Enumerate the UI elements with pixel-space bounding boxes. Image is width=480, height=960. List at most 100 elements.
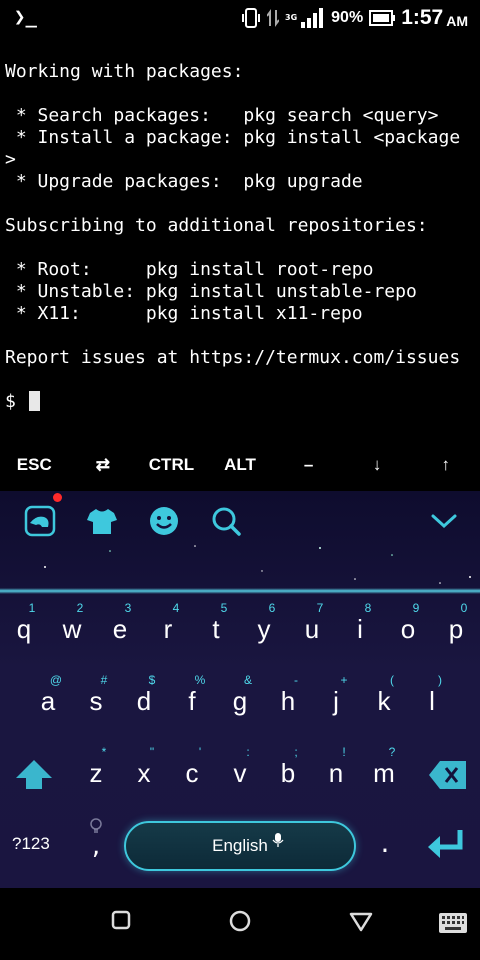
key-hint: + [340, 673, 348, 687]
search-icon[interactable] [208, 503, 244, 539]
back-triangle-icon[interactable] [349, 912, 373, 932]
key-letter: x [137, 758, 151, 788]
terminal-line: * Root: pkg install root-repo [5, 259, 374, 280]
horizon-glow [0, 588, 480, 594]
key-d[interactable]: $ d [120, 674, 168, 722]
symbols-key[interactable]: ?123 [12, 834, 62, 854]
terminal-line: Report issues at https://termux.com/issu… [5, 347, 461, 368]
key-m[interactable]: ? m [360, 746, 408, 794]
terminal-line: $ [5, 391, 480, 413]
keyboard-switch-icon[interactable] [438, 912, 468, 934]
period-key[interactable]: . [374, 821, 396, 871]
key-n[interactable]: ! n [312, 746, 360, 794]
space-key[interactable]: English [124, 821, 356, 871]
key-letter: v [233, 758, 247, 788]
key-x[interactable]: " x [120, 746, 168, 794]
key-row-2: @ a # s $ d% f & g - h + j(k) l [0, 674, 480, 722]
down-arrow-key[interactable]: ↓ [343, 438, 412, 491]
key-v[interactable]: :v [216, 746, 264, 794]
key-w[interactable]: 2w [48, 602, 96, 650]
key-t[interactable]: 5t [192, 602, 240, 650]
key-letter: f [188, 686, 196, 716]
key-letter: m [373, 758, 395, 788]
key-a[interactable]: @ a [24, 674, 72, 722]
dash-key[interactable]: – [274, 438, 343, 491]
shift-key[interactable] [12, 757, 56, 793]
comma-key[interactable]: , [82, 817, 110, 867]
key-o[interactable]: 9o [384, 602, 432, 650]
key-letter: b [280, 758, 296, 788]
soft-keyboard: 1q2w3e4r5t6y7u8i9o0p @ a # s $ d% f & g - h + j(k) l … [0, 491, 480, 888]
home-circle-icon[interactable] [229, 910, 251, 932]
key-letter: y [257, 614, 271, 644]
ctrl-key[interactable]: CTRL [137, 438, 206, 491]
key-letter: t [212, 614, 220, 644]
key-j[interactable]: + j [312, 674, 360, 722]
alt-key[interactable]: ALT [206, 438, 275, 491]
key-c[interactable]: ' c [168, 746, 216, 794]
status-icons: 3G 90% 1:57 AM [241, 6, 468, 30]
enter-key[interactable] [424, 827, 466, 863]
key-k[interactable]: (k [360, 674, 408, 722]
signal-icon [301, 8, 324, 28]
status-bar: ❯_ 3G 90% 1:57 AM [0, 0, 480, 38]
key-hint: 4 [172, 601, 180, 615]
key-h[interactable]: -h [264, 674, 312, 722]
tab-key[interactable]: ⇄ [69, 438, 138, 491]
terminal-line: Subscribing to additional repositories: [5, 215, 428, 236]
key-letter: o [400, 614, 416, 644]
key-i[interactable]: 8i [336, 602, 384, 650]
key-letter: g [232, 686, 248, 716]
key-hint: % [194, 673, 206, 687]
navigation-bar [0, 888, 480, 960]
key-p[interactable]: 0p [432, 602, 480, 650]
key-hint: 6 [268, 601, 276, 615]
key-y[interactable]: 6y [240, 602, 288, 650]
esc-key[interactable]: ESC [0, 438, 69, 491]
key-letter: c [185, 758, 199, 788]
emoji-icon[interactable] [146, 503, 182, 539]
key-hint: @ [49, 673, 63, 687]
key-letter: r [163, 614, 173, 644]
key-r[interactable]: 4r [144, 602, 192, 650]
key-letter: d [136, 686, 152, 716]
terminal-line: * Search packages: pkg search <query> [5, 105, 439, 126]
collapse-chevron-icon[interactable] [426, 503, 462, 539]
key-hint: 9 [412, 601, 420, 615]
up-arrow-key[interactable]: ↑ [411, 438, 480, 491]
key-q[interactable]: 1q [0, 602, 48, 650]
terminal-line: * X11: pkg install x11-repo [5, 303, 363, 324]
key-letter: k [377, 686, 391, 716]
key-row-3: * z " x ' c: v; b! n? m [0, 746, 480, 794]
key-letter: w [62, 614, 82, 644]
sticker-icon[interactable] [22, 503, 58, 539]
terminal-output[interactable]: Working with packages: * Search packages… [0, 38, 480, 438]
recents-square-icon[interactable] [111, 910, 131, 930]
terminal-line: Working with packages: [5, 61, 244, 82]
key-letter: e [112, 614, 128, 644]
key-b[interactable]: ; b [264, 746, 312, 794]
key-f[interactable]: % f [168, 674, 216, 722]
backspace-key[interactable] [426, 757, 470, 793]
key-e[interactable]: 3e [96, 602, 144, 650]
key-letter: i [357, 614, 363, 644]
battery-icon [369, 10, 396, 26]
key-u[interactable]: 7u [288, 602, 336, 650]
key-hint: 2 [76, 601, 84, 615]
key-s[interactable]: # s [72, 674, 120, 722]
battery-percent: 90% [331, 9, 364, 26]
theme-shirt-icon[interactable] [84, 503, 120, 539]
key-l[interactable]: ) l [408, 674, 456, 722]
key-z[interactable]: * z [72, 746, 120, 794]
key-hint: 3 [124, 601, 132, 615]
key-hint: - [294, 673, 298, 687]
key-g[interactable]: & g [216, 674, 264, 722]
key-hint: 5 [220, 601, 228, 615]
key-letter: h [280, 686, 296, 716]
terminal-cursor [28, 391, 40, 411]
key-hint: * [101, 745, 107, 759]
